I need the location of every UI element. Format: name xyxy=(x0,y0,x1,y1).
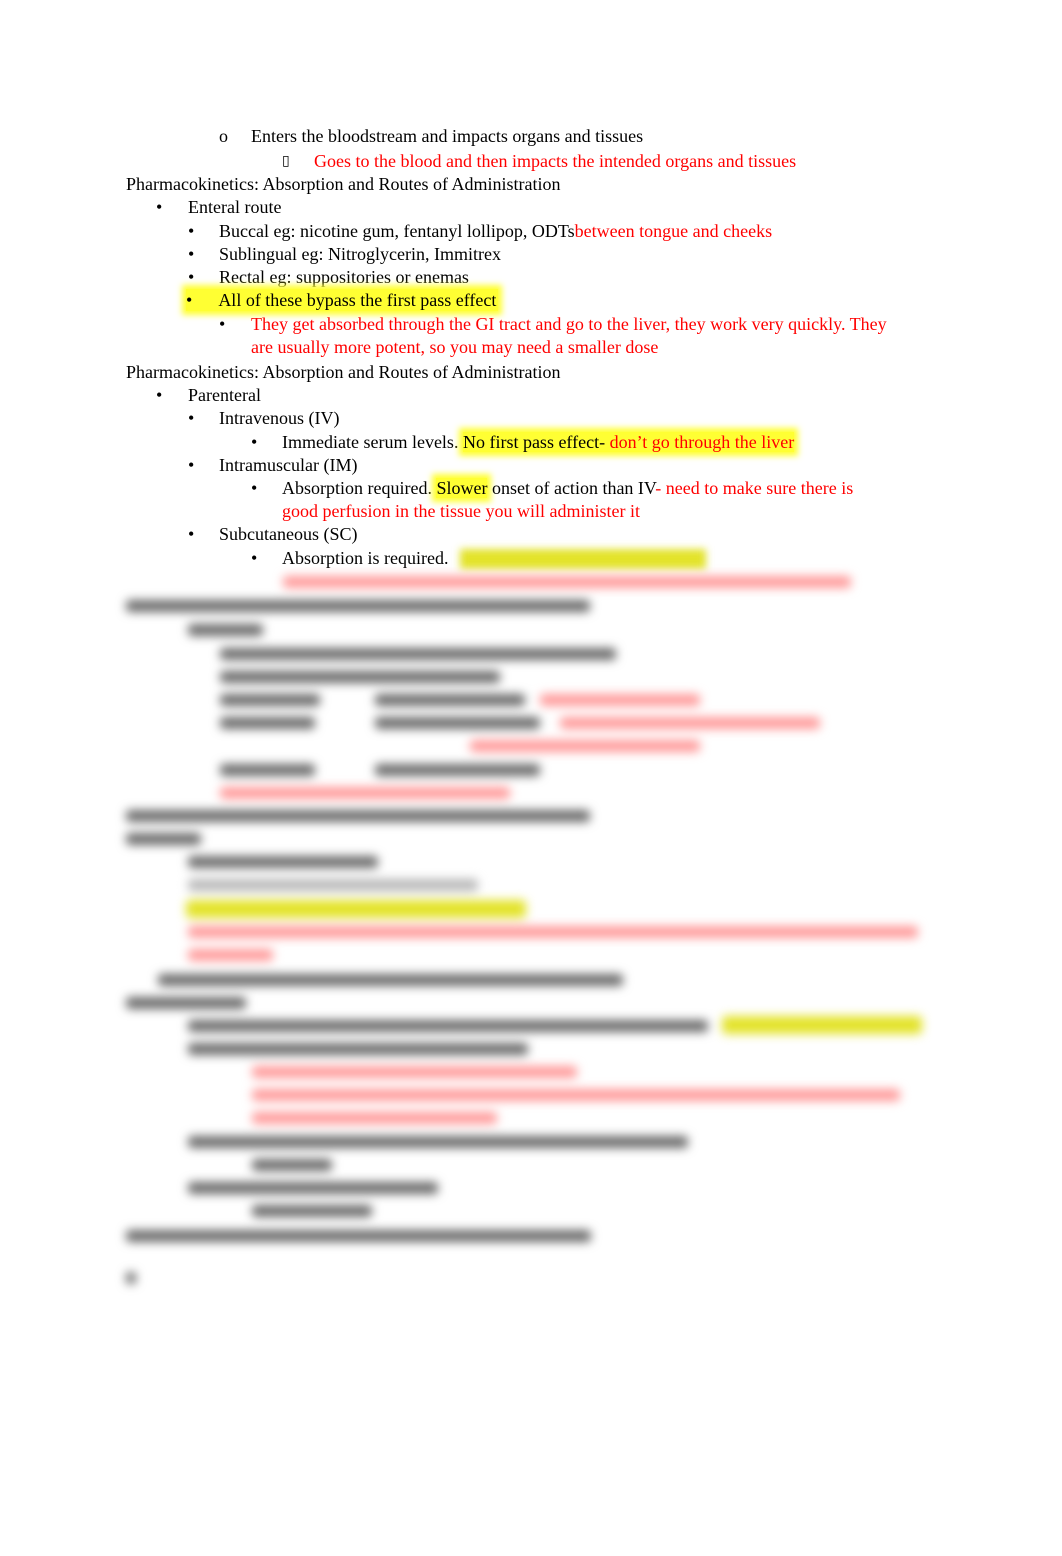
blurred-line xyxy=(188,949,273,961)
list-item-parenteral: Parenteral xyxy=(188,385,261,405)
bullet-icon: • xyxy=(188,221,195,241)
list-item-sublingual: Sublingual eg: Nitroglycerin, Immitrex xyxy=(219,244,501,264)
bullet-icon: • xyxy=(188,408,195,428)
blurred-heading xyxy=(126,600,590,612)
section-heading: Pharmacokinetics: Absorption and Routes … xyxy=(126,174,561,194)
section-heading: Pharmacokinetics: Absorption and Routes … xyxy=(126,362,561,382)
blurred-line xyxy=(188,624,263,636)
list-item-rectal: Rectal eg: suppositories or enemas xyxy=(219,267,469,287)
buccal-text: Buccal eg: nicotine gum, fentanyl lollip… xyxy=(219,221,575,241)
blurred-line xyxy=(188,879,478,891)
blurred-line xyxy=(375,694,525,706)
annotation-note: are usually more potent, so you may need… xyxy=(251,337,659,357)
blurred-line xyxy=(126,833,201,845)
highlighted-item: • All of these bypass the first pass effe… xyxy=(186,289,499,311)
bullet-icon: • xyxy=(188,244,195,264)
blurred-line xyxy=(220,717,315,729)
blurred-line xyxy=(126,997,246,1009)
im-text: Absorption required. xyxy=(282,478,437,498)
im-text-2: onset of action than IV xyxy=(487,478,656,498)
bullet-icon: • xyxy=(251,548,258,568)
blurred-line xyxy=(126,1272,136,1284)
blurred-line xyxy=(470,740,700,752)
blurred-heading xyxy=(126,1230,591,1242)
bullet-icon: • xyxy=(188,524,195,544)
blurred-line xyxy=(375,764,540,776)
blurred-line xyxy=(540,694,700,706)
square-bullet-icon: ▯ xyxy=(282,153,290,169)
list-item-sc: Subcutaneous (SC) xyxy=(219,524,358,544)
highlight-phrase: No first pass effect- xyxy=(462,432,606,452)
blurred-heading xyxy=(158,974,623,986)
highlighted-text: No first pass effect- don’t go through t… xyxy=(462,432,795,452)
blurred-line xyxy=(188,856,378,868)
highlight-phrase: Slower xyxy=(436,478,488,498)
blurred-line xyxy=(375,717,540,729)
blurred-line xyxy=(252,1089,900,1101)
blurred-line xyxy=(220,694,320,706)
blurred-line xyxy=(252,1066,577,1078)
list-item-im-detail: Absorption required. Slower onset of act… xyxy=(282,477,853,499)
blurred-preview-region xyxy=(0,570,1062,1290)
list-item-buccal: Buccal eg: nicotine gum, fentanyl lollip… xyxy=(219,220,772,242)
bullet-icon: • xyxy=(156,385,163,405)
blurred-highlight xyxy=(460,549,706,569)
blurred-line xyxy=(188,1182,438,1194)
blurred-line xyxy=(220,764,315,776)
blurred-line xyxy=(560,717,820,729)
blurred-line xyxy=(252,1205,372,1217)
annotation-note: between tongue and cheeks xyxy=(574,221,773,241)
annotation-note: Goes to the blood and then impacts the i… xyxy=(314,151,797,171)
list-marker-o: o xyxy=(219,126,228,146)
annotation-note: good perfusion in the tissue you will ad… xyxy=(282,501,640,521)
list-item-iv: Intravenous (IV) xyxy=(219,408,340,428)
bullet-icon: • xyxy=(156,197,163,217)
blurred-line xyxy=(220,787,510,799)
list-item-sc-detail: Absorption is required. xyxy=(282,548,449,568)
list-item-im: Intramuscular (IM) xyxy=(219,455,358,475)
bullet-icon: • xyxy=(188,267,195,287)
list-item-enteral: Enteral route xyxy=(188,197,282,217)
blurred-line xyxy=(188,1043,528,1055)
blurred-line xyxy=(188,1020,708,1032)
blurred-highlight xyxy=(722,1016,922,1034)
annotation-note: - need to make sure there is xyxy=(655,478,854,498)
blurred-line xyxy=(188,1136,688,1148)
iv-text: Immediate serum levels. xyxy=(282,432,463,452)
annotation-note: They get absorbed through the GI tract a… xyxy=(251,314,887,334)
blurred-line xyxy=(252,1112,497,1124)
blurred-heading xyxy=(126,810,590,822)
blurred-highlight xyxy=(186,900,526,918)
list-item-iv-detail: Immediate serum levels. No first pass ef… xyxy=(282,431,795,453)
blurred-line xyxy=(252,1159,332,1171)
bullet-icon: • xyxy=(251,432,258,452)
blurred-line xyxy=(188,926,918,938)
blurred-line xyxy=(283,576,851,588)
annotation-note: don’t go through the liver xyxy=(605,432,795,452)
bullet-icon: • xyxy=(251,478,258,498)
list-item: Enters the bloodstream and impacts organ… xyxy=(251,126,644,146)
bullet-icon: • xyxy=(188,455,195,475)
bullet-icon: • xyxy=(186,290,193,310)
blurred-line xyxy=(220,671,500,683)
bullet-icon: • xyxy=(219,314,226,334)
bypass-text: All of these bypass the first pass effec… xyxy=(218,290,497,310)
blurred-line xyxy=(220,648,616,660)
